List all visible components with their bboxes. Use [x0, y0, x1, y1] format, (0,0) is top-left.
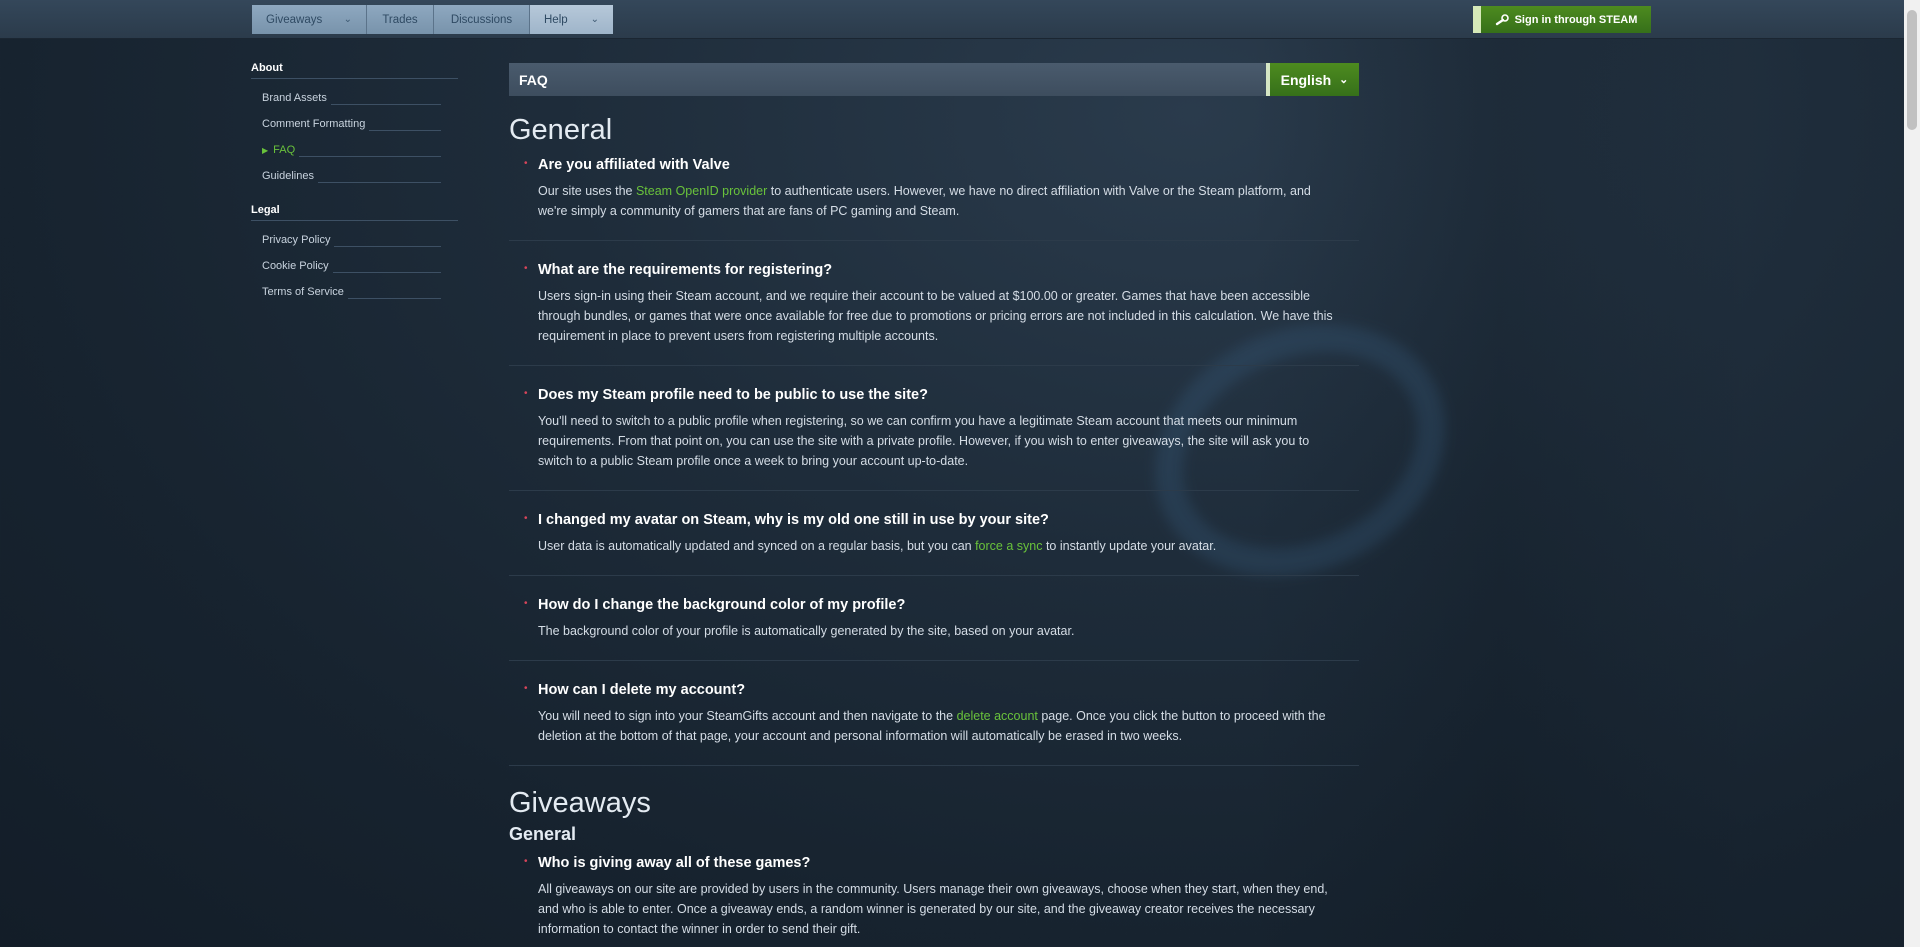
- sidebar-item-label: Privacy Policy: [262, 234, 331, 246]
- faq-answer: Users sign-in using their Steam account,…: [538, 289, 1333, 343]
- bullet-icon: •: [524, 263, 528, 274]
- page-scrollbar[interactable]: [1904, 0, 1920, 947]
- divider: [330, 104, 441, 105]
- nav-giveaways-button[interactable]: Giveaways ⌄: [252, 5, 367, 34]
- divider: [347, 298, 441, 299]
- faq-item: • Does my Steam profile need to be publi…: [509, 387, 1359, 491]
- answer-text: to instantly update your avatar.: [1042, 539, 1217, 553]
- faq-answer: Our site uses the Steam OpenID provider …: [538, 181, 1338, 221]
- nav-trades-label: Trades: [382, 13, 418, 26]
- sidebar-heading-about: About: [251, 62, 458, 79]
- sidebar-item-faq[interactable]: ▶ FAQ: [251, 137, 441, 163]
- faq-question: Are you affiliated with Valve: [538, 157, 730, 173]
- nav-help-label: Help: [544, 13, 568, 26]
- faq-item: • Are you affiliated with Valve Our site…: [509, 157, 1359, 241]
- sidebar: About Brand Assets Comment Formatting ▶ …: [251, 62, 458, 305]
- faq-answer: You'll need to switch to a public profil…: [538, 414, 1310, 468]
- nav-help-button[interactable]: Help ⌄: [530, 5, 613, 34]
- caret-right-icon: ▶: [262, 145, 269, 155]
- language-select-button[interactable]: English ⌄: [1270, 63, 1359, 96]
- subsection-title-general: General: [509, 824, 577, 844]
- bullet-icon: •: [524, 856, 528, 867]
- bullet-icon: •: [524, 513, 528, 524]
- answer-text: You will need to sign into your SteamGif…: [538, 709, 957, 723]
- sidebar-item-privacy-policy[interactable]: Privacy Policy: [251, 227, 441, 253]
- sidebar-item-terms-of-service[interactable]: Terms of Service: [251, 279, 441, 305]
- signin-label: Sign in through STEAM: [1514, 13, 1638, 26]
- section-title-general: General: [509, 114, 613, 146]
- chevron-down-icon: ⌄: [343, 14, 352, 25]
- signin-wrapper: Sign in through STEAM: [1473, 6, 1651, 33]
- divider: [299, 156, 441, 157]
- nav-discussions-button[interactable]: Discussions: [434, 5, 530, 34]
- delete-account-link[interactable]: delete account: [957, 709, 1038, 723]
- scrollbar-thumb[interactable]: [1907, 10, 1917, 130]
- divider: [317, 182, 441, 183]
- faq-answer: The background color of your profile is …: [538, 624, 1075, 638]
- force-sync-link[interactable]: force a sync: [975, 539, 1042, 553]
- nav-discussions-label: Discussions: [450, 13, 513, 26]
- language-label: English: [1280, 71, 1332, 88]
- faq-answer: User data is automatically updated and s…: [538, 536, 1338, 556]
- faq-item: • How can I delete my account? You will …: [509, 682, 1359, 766]
- top-navigation-bar: Giveaways ⌄ Trades Discussions Help ⌄ Si…: [0, 0, 1904, 39]
- sidebar-item-label: Comment Formatting: [262, 118, 366, 130]
- sidebar-item-label: Cookie Policy: [262, 260, 329, 272]
- chevron-down-icon: ⌄: [590, 14, 599, 25]
- faq-item: • How do I change the background color o…: [509, 597, 1359, 661]
- faq-question: I changed my avatar on Steam, why is my …: [538, 512, 1049, 528]
- steam-openid-link[interactable]: Steam OpenID provider: [636, 184, 767, 198]
- nav-trades-button[interactable]: Trades: [367, 5, 434, 34]
- faq-answer: You will need to sign into your SteamGif…: [538, 706, 1338, 746]
- answer-text: User data is automatically updated and s…: [538, 539, 976, 553]
- signin-steam-button[interactable]: Sign in through STEAM: [1481, 6, 1651, 33]
- sidebar-item-comment-formatting[interactable]: Comment Formatting: [251, 111, 441, 137]
- bullet-icon: •: [524, 683, 528, 694]
- section-title-giveaways: Giveaways: [509, 787, 651, 819]
- signin-accent-bar: [1473, 6, 1481, 33]
- faq-question: What are the requirements for registerin…: [538, 262, 833, 278]
- faq-item: • What are the requirements for register…: [509, 262, 1359, 366]
- sidebar-item-brand-assets[interactable]: Brand Assets: [251, 85, 441, 111]
- divider: [369, 130, 441, 131]
- faq-question: How can I delete my account?: [538, 682, 746, 698]
- divider: [332, 272, 441, 273]
- nav-button-group: Giveaways ⌄ Trades Discussions Help ⌄: [252, 5, 613, 34]
- faq-question: How do I change the background color of …: [538, 597, 906, 613]
- bullet-icon: •: [524, 158, 528, 169]
- sidebar-item-label: Brand Assets: [262, 92, 327, 104]
- divider: [334, 246, 441, 247]
- steam-icon: [1495, 13, 1509, 25]
- page-header-bar: FAQ English ⌄: [509, 63, 1359, 96]
- faq-item: • I changed my avatar on Steam, why is m…: [509, 512, 1359, 576]
- faq-item: • Who is giving away all of these games?…: [509, 855, 1359, 947]
- sidebar-item-cookie-policy[interactable]: Cookie Policy: [251, 253, 441, 279]
- sidebar-item-label: Terms of Service: [262, 286, 344, 298]
- faq-question: Does my Steam profile need to be public …: [538, 387, 928, 403]
- sidebar-item-label: FAQ: [273, 144, 296, 156]
- sidebar-item-label: Guidelines: [262, 170, 314, 182]
- main-content: FAQ English ⌄ General • Are you affiliat…: [509, 63, 1359, 947]
- sidebar-heading-legal: Legal: [251, 204, 458, 221]
- bullet-icon: •: [524, 598, 528, 609]
- faq-answer: All giveaways on our site are provided b…: [538, 882, 1328, 936]
- sidebar-item-guidelines[interactable]: Guidelines: [251, 163, 441, 189]
- answer-text: Our site uses the: [538, 184, 636, 198]
- bullet-icon: •: [524, 388, 528, 399]
- faq-question: Who is giving away all of these games?: [538, 855, 811, 871]
- nav-giveaways-label: Giveaways: [266, 13, 323, 26]
- page-title: FAQ: [509, 63, 1270, 96]
- chevron-down-icon: ⌄: [1339, 74, 1349, 86]
